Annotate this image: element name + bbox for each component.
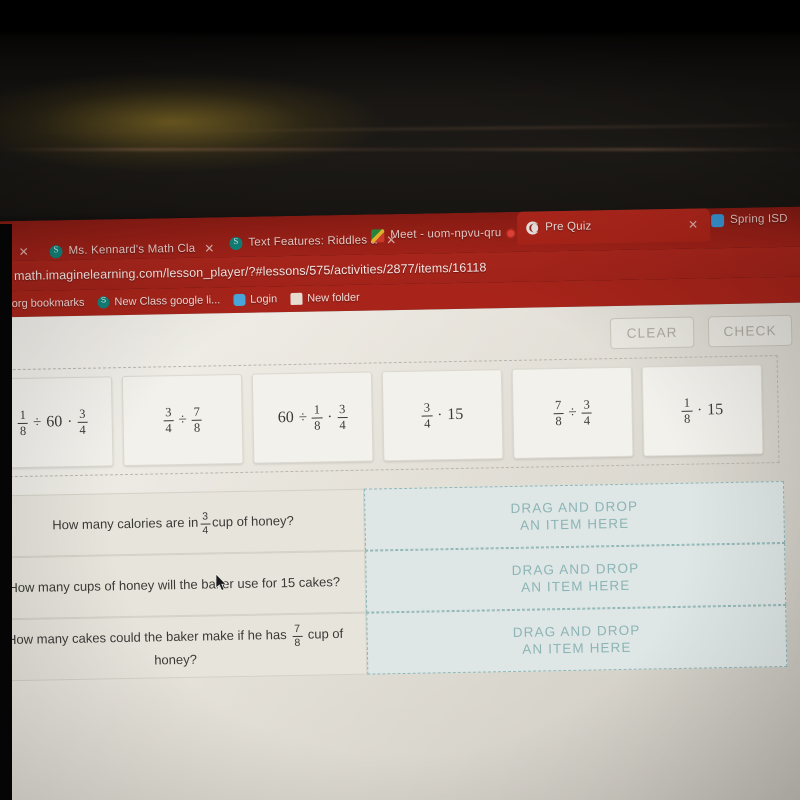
globe-icon — [526, 220, 540, 235]
fraction: 18 — [17, 407, 29, 438]
drop-zone-line2: AN ITEM HERE — [519, 515, 630, 533]
fraction: 18 — [311, 401, 323, 433]
expression: 34 ÷ 78 — [163, 404, 203, 435]
expression: 78 ÷ 34 — [553, 397, 592, 428]
expression: 18 ÷ 60 · 34 — [17, 406, 88, 438]
question-text-tail: cup of honey? — [211, 513, 294, 530]
drop-zone-line1: DRAG AND DROP — [511, 560, 640, 578]
draggable-tile-1[interactable]: 18 ÷ 60 · 34 — [0, 376, 114, 469]
bookmark-login[interactable]: Login — [233, 293, 278, 307]
fraction: 34 — [581, 397, 592, 428]
operator: ÷ — [298, 409, 308, 426]
clear-button[interactable]: CLEAR — [609, 316, 695, 350]
bookmark-gisd-org-bookmarks[interactable]: gisd.org bookmarks — [0, 297, 85, 311]
operator: ÷ — [32, 414, 42, 431]
seesaw-icon — [229, 236, 243, 250]
question-cell-3: How many cakes could the baker make if h… — [0, 612, 368, 682]
browser-tab-label: Spring ISD — [729, 212, 788, 226]
fraction: 78 — [191, 404, 203, 435]
operator: ÷ — [568, 404, 577, 421]
browser-tab-spring-isd[interactable]: Spring ISD — [702, 206, 797, 238]
fraction: 78 — [553, 397, 564, 428]
cloud-icon — [710, 213, 725, 227]
tab-close-icon[interactable]: ✕ — [201, 240, 217, 256]
draggable-tile-2[interactable]: 34 ÷ 78 — [121, 373, 244, 467]
operator: · — [327, 408, 333, 425]
photo-left-border — [0, 224, 12, 800]
expression: 34 · 15 — [421, 399, 464, 431]
bookmark-label: New Class google li... — [114, 294, 221, 309]
operator: · — [67, 413, 73, 430]
tab-close-icon[interactable]: ✕ — [16, 244, 32, 260]
bookmark-label: Login — [250, 293, 278, 306]
browser-tab-label: Pre Quiz — [545, 220, 592, 234]
drop-zone-line2: AN ITEM HERE — [521, 577, 631, 595]
browser-window: k3400042 ✕ Ms. Kennard's Math Cla ✕ Text… — [0, 205, 800, 800]
laptop-bezel — [0, 0, 800, 240]
drop-zone-1[interactable]: DRAG AND DROP AN ITEM HERE — [363, 480, 786, 551]
fraction: 78 — [292, 622, 303, 649]
bookmark-label: gisd.org bookmarks — [0, 296, 85, 311]
drop-zone-2[interactable]: DRAG AND DROP AN ITEM HERE — [365, 542, 787, 613]
question-cell-2: How many cups of honey will the baker us… — [0, 550, 367, 620]
recording-indicator-icon — [507, 229, 515, 237]
draggable-tile-3[interactable]: 60 ÷ 18 · 34 — [251, 371, 374, 464]
mouse-cursor-icon — [216, 574, 227, 591]
bookmark-new-class-google-link[interactable]: New Class google li... — [97, 294, 221, 309]
number: 60 — [277, 408, 294, 427]
google-meet-icon — [371, 228, 385, 243]
browser-tab-label: Meet - uom-npvu-qru — [390, 227, 502, 242]
question-text: How many cakes could the baker make if h… — [6, 626, 287, 648]
operator: ÷ — [178, 411, 187, 428]
browser-tab-pre-quiz[interactable]: Pre Quiz ✕ — [516, 207, 711, 245]
fraction: 34 — [163, 404, 174, 435]
fraction: 34 — [200, 510, 211, 537]
draggable-tile-5[interactable]: 78 ÷ 34 — [511, 366, 634, 459]
draggable-tile-4[interactable]: 34 · 15 — [381, 369, 504, 462]
browser-tab-label: Ms. Kennard's Math Cla — [68, 242, 196, 258]
check-button[interactable]: CHECK — [707, 314, 793, 348]
tab-close-icon[interactable]: ✕ — [685, 216, 701, 232]
draggable-tile-6[interactable]: 18 · 15 — [641, 364, 764, 457]
bezel-highlight-lower — [0, 148, 800, 151]
address-bar-url: math.imaginelearning.com/lesson_player/?… — [13, 260, 487, 284]
browser-tab-label: Text Features: Riddles a — [248, 234, 378, 249]
seesaw-icon — [49, 244, 63, 258]
drop-zone-line1: DRAG AND DROP — [512, 622, 641, 641]
operator: · — [697, 401, 703, 419]
drop-zone-line1: DRAG AND DROP — [510, 498, 639, 516]
number: 15 — [447, 405, 464, 424]
fraction: 34 — [77, 406, 88, 437]
table-row: How many cakes could the baker make if h… — [0, 604, 788, 682]
fraction: 34 — [421, 399, 433, 431]
laptop-photo: k3400042 ✕ Ms. Kennard's Math Cla ✕ Text… — [0, 0, 800, 800]
fraction: 18 — [681, 395, 693, 426]
fraction: 34 — [337, 401, 348, 432]
drop-zone-3[interactable]: DRAG AND DROP AN ITEM HERE — [366, 604, 788, 675]
folder-icon — [290, 292, 303, 305]
expression: 18 · 15 — [681, 395, 724, 426]
bookmark-new-folder[interactable]: New folder — [290, 292, 360, 305]
matching-table: How many calories are in 34 cup of honey… — [0, 480, 788, 682]
number: 60 — [46, 413, 63, 431]
drop-zone-line2: AN ITEM HERE — [522, 639, 632, 657]
cloud-icon — [233, 293, 246, 307]
question-cell-1: How many calories are in 34 cup of honey… — [0, 488, 366, 558]
expression: 60 ÷ 18 · 34 — [278, 402, 348, 432]
lesson-player-page: CLEAR CHECK 18 ÷ 60 · 34 34 ÷ 7 8 60 ÷ 1… — [0, 301, 800, 800]
tile-bank: 18 ÷ 60 · 34 34 ÷ 78 60 ÷ 1 8 · 3 4 3 4 … — [0, 355, 780, 478]
seesaw-icon — [97, 296, 110, 309]
question-text: How many cups of honey will the baker us… — [8, 574, 341, 596]
operator: · — [437, 406, 443, 423]
number: 15 — [707, 401, 724, 419]
bookmark-label: New folder — [307, 291, 360, 305]
question-text: How many calories are in — [52, 514, 199, 533]
activity-action-bar: CLEAR CHECK — [609, 314, 793, 350]
